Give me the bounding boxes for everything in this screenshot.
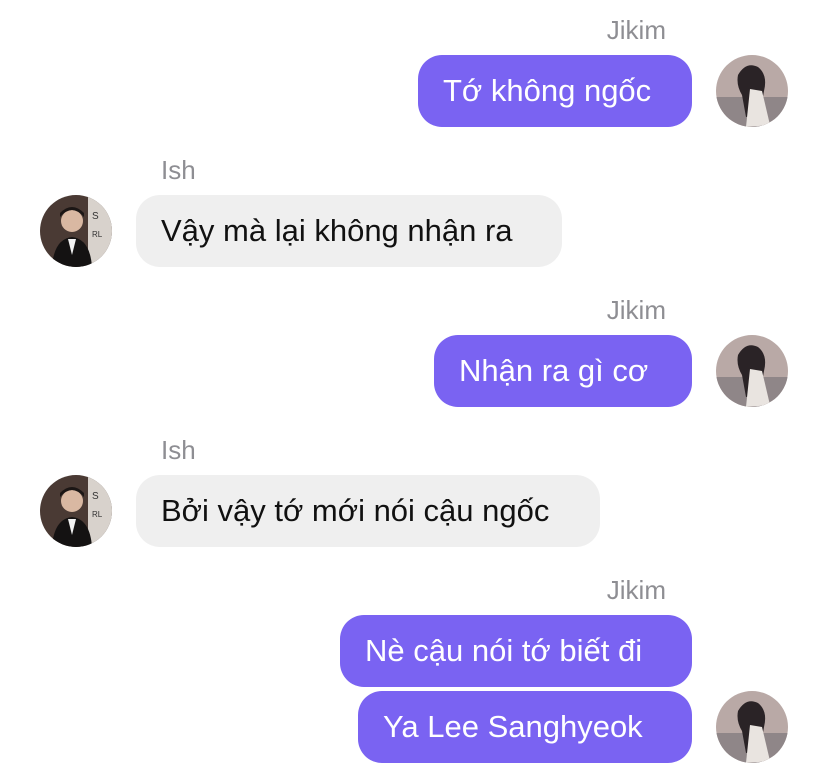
avatar[interactable]: S RL: [40, 195, 112, 267]
avatar-photo-man-icon: S RL: [40, 475, 112, 547]
avatar[interactable]: [716, 691, 788, 763]
message-bubble-outgoing[interactable]: Nè cậu nói tớ biết đi: [340, 615, 692, 687]
avatar-photo-girl-icon: [716, 55, 788, 127]
message-bubble-outgoing[interactable]: Ya Lee Sanghyeok: [358, 691, 692, 763]
message-bubble-outgoing[interactable]: Tớ không ngốc: [418, 55, 692, 127]
avatar[interactable]: [716, 55, 788, 127]
svg-text:S: S: [92, 491, 99, 502]
svg-text:RL: RL: [92, 510, 103, 519]
avatar[interactable]: S RL: [40, 475, 112, 547]
sender-name-jikim: Jikim: [606, 575, 666, 605]
sender-name-jikim: Jikim: [606, 15, 666, 45]
message-bubble-outgoing[interactable]: Nhận ra gì cơ: [434, 335, 692, 407]
svg-text:S: S: [92, 211, 99, 222]
message-bubble-incoming[interactable]: Vậy mà lại không nhận ra: [136, 195, 562, 267]
avatar[interactable]: [716, 335, 788, 407]
avatar-photo-man-icon: S RL: [40, 195, 112, 267]
sender-name-jikim: Jikim: [606, 295, 666, 325]
message-bubble-incoming[interactable]: Bởi vậy tớ mới nói cậu ngốc: [136, 475, 600, 547]
svg-text:RL: RL: [92, 230, 103, 239]
avatar-photo-girl-icon: [716, 335, 788, 407]
sender-name-ish: Ish: [161, 155, 196, 185]
sender-name-ish: Ish: [161, 435, 196, 465]
avatar-photo-girl-icon: [716, 691, 788, 763]
